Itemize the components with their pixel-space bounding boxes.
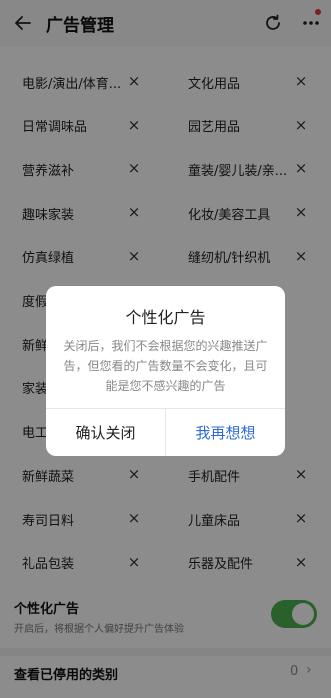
dialog-body: 关闭后，我们不会根据您的兴趣推送广告，但您看的广告数量不会变化，且可能是您不感兴…: [63, 339, 268, 393]
confirm-close-button[interactable]: 确认关闭: [46, 409, 165, 456]
dialog-title: 个性化广告: [125, 308, 206, 327]
personalized-ad-dialog: 个性化广告 关闭后，我们不会根据您的兴趣推送广告，但您看的广告数量不会变化，且可…: [46, 286, 285, 456]
think-again-button[interactable]: 我再想想: [166, 409, 285, 456]
